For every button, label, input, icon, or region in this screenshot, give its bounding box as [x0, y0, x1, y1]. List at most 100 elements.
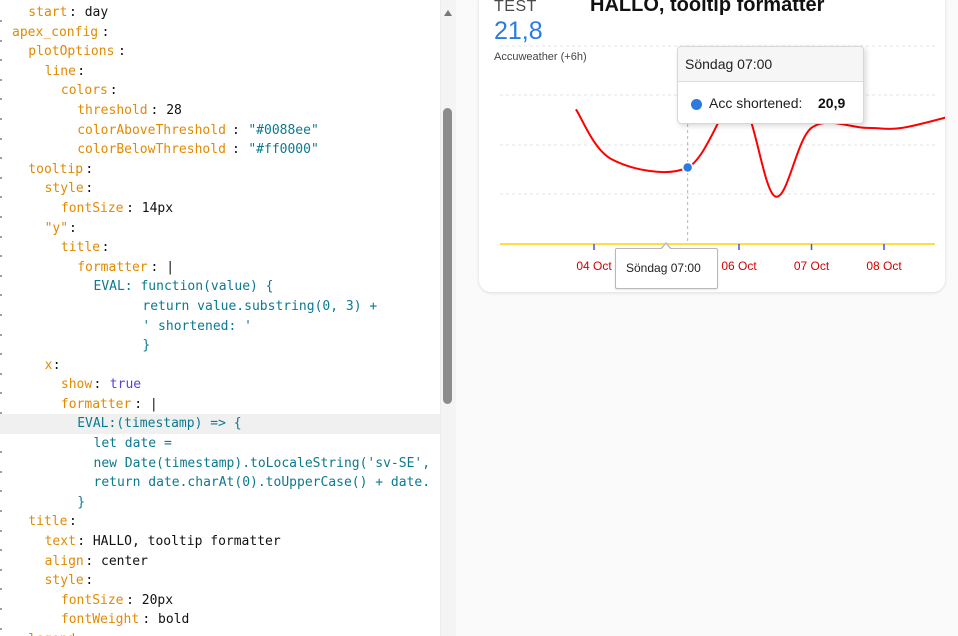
code-line[interactable]: colorAboveThreshold: "#0088ee"	[0, 121, 440, 141]
code-token: threshold	[77, 102, 148, 118]
code-line[interactable]: tooltip:	[0, 160, 440, 180]
code-token: : HALLO, tooltip formatter	[77, 534, 281, 550]
code-line[interactable]: }	[0, 336, 440, 356]
code-token: fontSize	[60, 200, 124, 216]
tooltip-series-label: Acc shortened:	[709, 95, 803, 111]
code-token: :	[85, 573, 94, 589]
code-token: return date.charAt(0).toUpperCase() + da…	[93, 475, 431, 491]
code-token: new Date(timestamp).toLocaleString('sv-S…	[93, 455, 431, 471]
code-line[interactable]: title:	[0, 512, 440, 532]
code-token: legend	[28, 630, 75, 636]
series-marker-icon	[691, 99, 702, 110]
code-line[interactable]: style:	[0, 179, 440, 199]
code-token: formatter	[77, 259, 148, 275]
code-line[interactable]: fontSize: 14px	[0, 199, 440, 219]
code-line[interactable]: colors:	[0, 81, 440, 101]
code-line[interactable]: EVAL: function(value) {	[0, 277, 440, 297]
code-token: :	[69, 220, 77, 236]
code-token: ' shortened: '	[142, 318, 252, 334]
scroll-up-arrow-icon[interactable]	[444, 10, 452, 16]
code-token: :	[101, 24, 110, 40]
x-axis-tick-label: 07 Oct	[794, 259, 830, 273]
code-token: x	[44, 357, 53, 373]
code-token: :	[232, 142, 248, 158]
code-line[interactable]: x:	[0, 356, 440, 376]
code-line[interactable]: fontSize: 20px	[0, 591, 440, 611]
code-token: : |	[150, 259, 175, 275]
code-token: EVAL:(timestamp) => {	[77, 416, 242, 432]
code-token: :	[77, 63, 86, 79]
tooltip-header: Söndag 07:00	[678, 47, 863, 82]
code-token: style	[44, 573, 84, 589]
code-token: apex_config	[12, 24, 99, 40]
tooltip-series-value: 20,9	[818, 95, 846, 111]
code-token: "#0088ee"	[248, 122, 319, 138]
code-line[interactable]: align: center	[0, 552, 440, 572]
code-token: style	[44, 181, 84, 197]
code-token: fontWeight	[60, 612, 140, 628]
code-token: tooltip	[28, 161, 84, 177]
xaxis-tooltip-arrow-fill	[661, 244, 671, 250]
code-token: :	[109, 83, 118, 99]
code-line[interactable]: fontWeight: bold	[0, 610, 440, 630]
code-token: plotOptions	[28, 44, 115, 60]
code-token: show	[60, 377, 93, 393]
code-token: true	[109, 377, 142, 393]
code-token: line	[44, 63, 76, 79]
x-axis-tick-label: 06 Oct	[721, 259, 757, 273]
code-line[interactable]: text: HALLO, tooltip formatter	[0, 532, 440, 552]
code-line[interactable]: title:	[0, 238, 440, 258]
xaxis-tooltip-text: Söndag 07:00	[626, 261, 701, 275]
yaml-editor[interactable]: start: day apex_config: plotOptions: line: c…	[0, 0, 456, 636]
code-token: EVAL: function(value) {	[93, 279, 274, 295]
code-token: "#ff0000"	[248, 142, 319, 158]
code-token: }	[142, 338, 151, 354]
code-token: }	[77, 494, 86, 510]
x-axis-tick-label: 08 Oct	[866, 259, 902, 273]
code-token: :	[101, 240, 110, 256]
code-line[interactable]: return value.substring(0, 3) +	[0, 297, 440, 317]
code-line[interactable]: new Date(timestamp).toLocaleString('sv-S…	[0, 454, 440, 474]
code-line[interactable]: show: true	[0, 375, 440, 395]
code-token: : 20px	[126, 592, 174, 608]
code-line[interactable]: EVAL:(timestamp) => {	[0, 414, 440, 435]
code-token: title	[60, 240, 101, 256]
code-line[interactable]: style:	[0, 571, 440, 591]
code-line[interactable]: return date.charAt(0).toUpperCase() + da…	[0, 473, 440, 493]
code-token: : 28	[150, 102, 182, 118]
code-line[interactable]: threshold: 28	[0, 101, 440, 121]
code-token: :	[85, 181, 94, 197]
code-line[interactable]: colorBelowThreshold: "#ff0000"	[0, 140, 440, 160]
code-line[interactable]: line:	[0, 62, 440, 82]
code-line[interactable]: "y":	[0, 219, 440, 239]
code-token: :	[52, 357, 61, 373]
code-token: "y"	[44, 220, 69, 236]
code-line[interactable]: let date =	[0, 434, 440, 454]
code-token: :	[77, 630, 85, 636]
code-lines: start: day apex_config: plotOptions: line: c…	[0, 3, 440, 636]
code-token: title	[28, 514, 68, 530]
code-line[interactable]: plotOptions:	[0, 42, 440, 62]
code-line[interactable]: }	[0, 493, 440, 513]
code-token: :	[69, 514, 77, 530]
code-token: : day	[69, 5, 109, 20]
code-token: :	[93, 377, 110, 393]
code-line[interactable]: apex_config:	[0, 23, 440, 43]
scrollbar-thumb[interactable]	[443, 108, 452, 404]
series-tooltip: Söndag 07:00 Acc shortened: 20,9	[677, 46, 864, 124]
code-line[interactable]: legend:	[0, 630, 440, 636]
code-line[interactable]: formatter: |	[0, 258, 440, 278]
code-token: :	[117, 44, 126, 60]
xaxis-tooltip: Söndag 07:00	[615, 248, 718, 289]
code-line[interactable]: start: day	[0, 3, 440, 23]
code-token: align	[44, 553, 84, 569]
code-token: formatter	[60, 396, 132, 412]
code-token: : 14px	[126, 200, 174, 216]
code-token: colorAboveThreshold	[77, 122, 226, 138]
tooltip-header-text: Söndag 07:00	[685, 56, 773, 72]
code-token: return value.substring(0, 3) +	[142, 298, 378, 314]
code-token: colors	[60, 83, 108, 99]
code-line[interactable]: ' shortened: '	[0, 317, 440, 337]
code-line[interactable]: formatter: |	[0, 395, 440, 415]
x-axis-tick-label: 04 Oct	[576, 259, 612, 273]
